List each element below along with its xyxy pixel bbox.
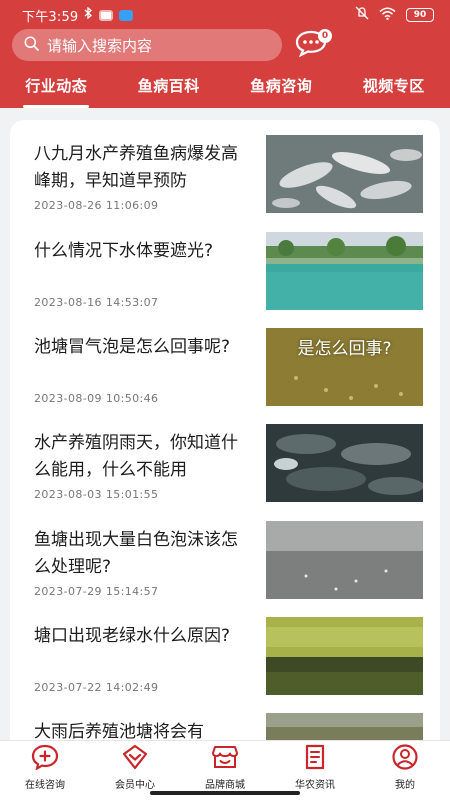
tab-industry-news[interactable]: 行业动态 — [0, 66, 113, 96]
list-item[interactable]: 池塘冒气泡是怎么回事呢? 2023-08-09 10:50:46 是怎么回事? — [10, 328, 440, 424]
article-list: 八九月水产养殖鱼病爆发高峰期，早知道早预防 2023-08-26 11:06:0… — [10, 120, 440, 740]
search-icon — [24, 36, 39, 55]
list-item[interactable]: 八九月水产养殖鱼病爆发高峰期，早知道早预防 2023-08-26 11:06:0… — [10, 135, 440, 231]
app-header: 下午3:59 90 请输入搜索内容 0 行业动态 鱼病百科 鱼病咨询 视频专区 — [0, 0, 450, 108]
article-thumbnail — [266, 424, 423, 502]
message-count-badge: 0 — [318, 29, 332, 43]
chat-plus-icon — [31, 744, 59, 774]
nav-label: 我的 — [395, 780, 415, 791]
list-item[interactable]: 什么情况下水体要遮光? 2023-08-16 14:53:07 — [10, 232, 440, 328]
article-thumbnail — [266, 135, 423, 213]
list-item[interactable]: 塘口出现老绿水什么原因? 2023-07-22 14:02:49 — [10, 617, 440, 713]
news-doc-icon — [301, 744, 329, 774]
home-indicator[interactable] — [150, 791, 300, 795]
article-title: 水产养殖阴雨天，你知道什么能用，什么不能用 — [34, 433, 238, 480]
user-icon — [391, 744, 419, 774]
wifi-icon — [379, 7, 396, 24]
article-title: 鱼塘出现大量白色泡沫该怎么处理呢? — [34, 530, 238, 577]
article-title: 八九月水产养殖鱼病爆发高峰期，早知道早预防 — [34, 144, 238, 191]
nav-label: 会员中心 — [115, 780, 155, 791]
search-placeholder: 请输入搜索内容 — [47, 36, 153, 55]
nav-label: 华农资讯 — [295, 780, 335, 791]
tab-fish-disease-consult[interactable]: 鱼病咨询 — [225, 66, 338, 96]
nav-label: 在线咨询 — [25, 780, 65, 791]
article-title: 什么情况下水体要遮光? — [34, 241, 214, 261]
article-title: 塘口出现老绿水什么原因? — [34, 626, 231, 646]
status-bar: 下午3:59 90 — [0, 0, 450, 30]
search-input[interactable]: 请输入搜索内容 — [12, 29, 282, 61]
search-row: 请输入搜索内容 0 — [12, 28, 438, 62]
article-title: 池塘冒气泡是怎么回事呢? — [34, 337, 231, 357]
article-thumbnail — [266, 521, 423, 599]
bluetooth-icon — [84, 6, 93, 23]
list-item[interactable]: 鱼塘出现大量白色泡沫该怎么处理呢? 2023-07-29 15:14:57 — [10, 521, 440, 617]
message-button[interactable]: 0 — [292, 28, 332, 62]
article-date: 2023-07-22 14:02:49 — [34, 681, 159, 694]
chat-badge-icon — [119, 9, 134, 21]
nav-label: 品牌商城 — [205, 780, 245, 791]
battery-icon: 90 — [406, 8, 434, 22]
thumbnail-caption: 是怎么回事? — [297, 339, 392, 359]
mute-icon — [355, 6, 369, 24]
member-diamond-icon — [121, 744, 149, 774]
article-date: 2023-08-09 10:50:46 — [34, 392, 159, 405]
list-item[interactable]: 大雨后养殖池塘将会有 — [10, 713, 440, 740]
article-thumbnail — [266, 713, 423, 740]
nav-online-consult[interactable]: 在线咨询 — [0, 741, 90, 800]
tab-video-zone[interactable]: 视频专区 — [338, 66, 450, 96]
store-icon — [211, 744, 239, 774]
nav-my-profile[interactable]: 我的 — [360, 741, 450, 800]
article-date: 2023-07-29 15:14:57 — [34, 585, 159, 598]
article-title: 大雨后养殖池塘将会有 — [34, 722, 204, 740]
category-tabs: 行业动态 鱼病百科 鱼病咨询 视频专区 — [0, 66, 450, 106]
article-thumbnail: 是怎么回事? — [266, 328, 423, 406]
article-date: 2023-08-03 15:01:55 — [34, 488, 159, 501]
app-badge-icon — [99, 9, 114, 21]
article-thumbnail — [266, 617, 423, 695]
article-date: 2023-08-16 14:53:07 — [34, 296, 159, 309]
status-time: 下午3:59 — [22, 9, 79, 25]
tab-fish-disease-wiki[interactable]: 鱼病百科 — [113, 66, 226, 96]
article-thumbnail — [266, 232, 423, 310]
list-item[interactable]: 水产养殖阴雨天，你知道什么能用，什么不能用 2023-08-03 15:01:5… — [10, 424, 440, 520]
battery-level: 90 — [413, 10, 427, 20]
article-date: 2023-08-26 11:06:09 — [34, 199, 159, 212]
